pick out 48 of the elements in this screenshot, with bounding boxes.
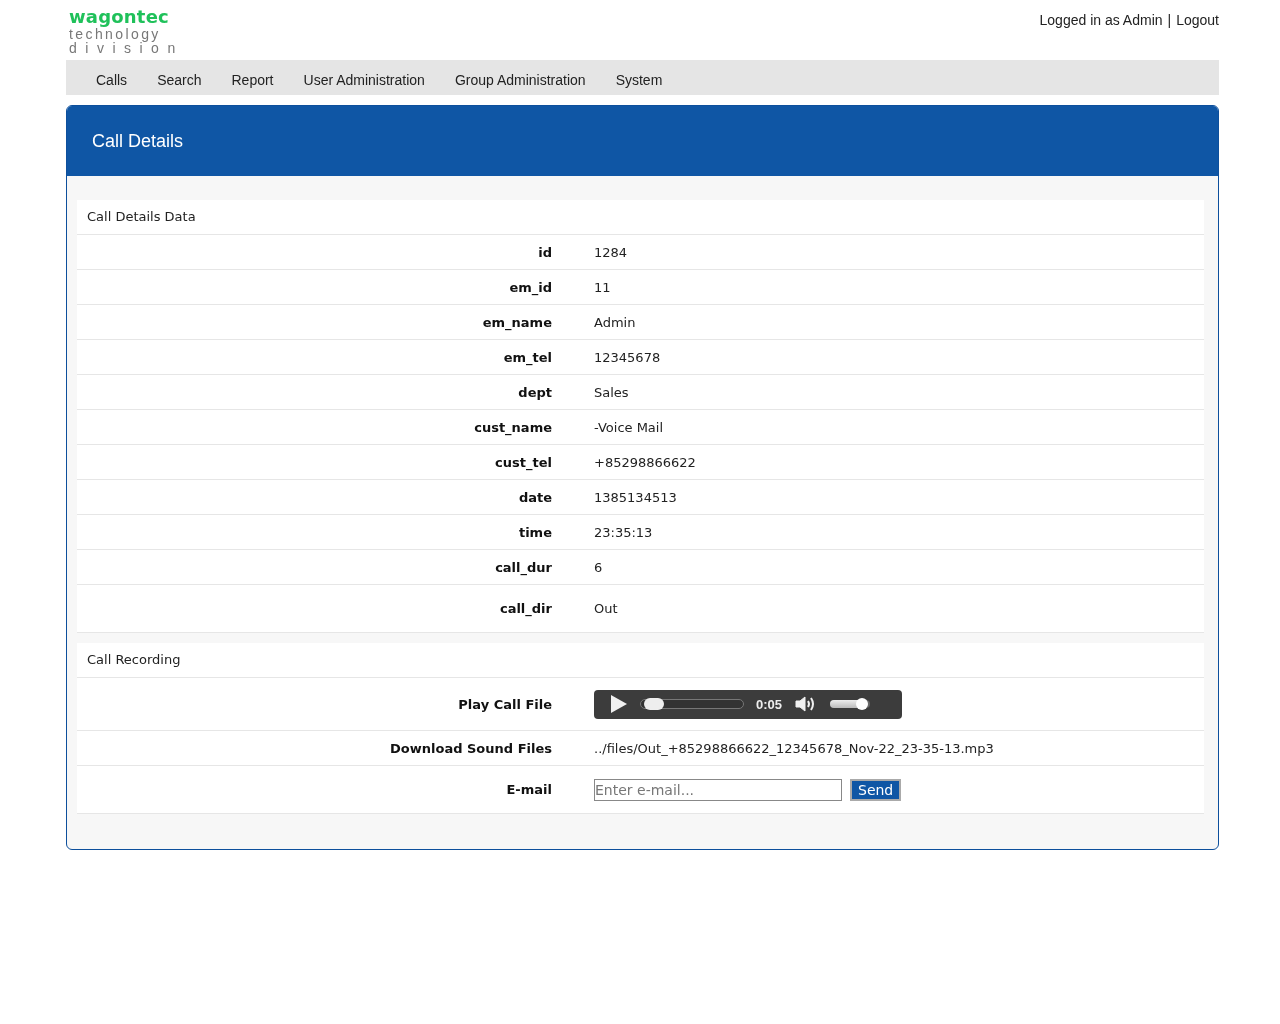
field-label: id [537,244,552,260]
send-button[interactable]: Send [850,778,902,801]
logo-wordmark: wagontec [69,8,170,26]
field-label: em_id [508,279,552,295]
field-value: Sales [593,384,629,400]
section-heading: Call Recording [77,643,1204,678]
field-value: 1385134513 [593,489,677,505]
field-label: em_tel [502,349,552,365]
time-display: 0:05 [756,696,783,712]
nav-item[interactable]: User Administration [303,67,425,88]
field-value: 11 [593,279,611,295]
email-field[interactable]: Enter e-mail... [594,778,842,801]
field-value: 23:35:13 [593,524,653,540]
field-value: Admin [593,314,636,330]
field-value: 1284 [593,244,628,260]
logout-link[interactable]: Logout [1176,12,1219,60]
nav-item[interactable]: Group Administration [454,67,586,88]
field-value: -Voice Mail [593,419,664,435]
logo-tagline: technology [69,27,161,41]
field-label: em_name [481,314,552,330]
nav-item[interactable]: System [615,67,663,88]
field-label: Play Call File [457,696,552,712]
volume-thumb[interactable] [856,698,869,710]
field-value: Out [593,601,618,616]
field-label: cust_name [473,419,552,435]
field-label: call_dir [498,601,552,616]
nav-item[interactable]: Report [231,67,274,88]
progress-slider[interactable] [640,699,744,709]
field-label: dept [517,384,552,400]
progress-thumb[interactable] [644,698,665,710]
panel-title: Call Details [92,130,184,152]
field-label: time [517,524,552,540]
section-heading: Call Details Data [77,200,1204,235]
nav-item[interactable]: Calls [96,67,128,88]
field-label: date [517,489,552,505]
play-icon[interactable] [610,694,628,714]
field-value: 6 [593,559,603,575]
field-label: Download Sound Files [389,740,552,756]
field-label: E-mail [505,782,552,797]
field-label: call_dur [494,559,552,575]
logo-tagline: division [69,41,184,55]
login-status: Logged in as Admin [1039,12,1163,30]
field-label: cust_tel [494,454,552,470]
field-value: 12345678 [593,349,661,365]
separator: | [1167,12,1172,30]
field-value: +85298866622 [593,454,696,470]
nav-item[interactable]: Search [157,67,202,88]
file-path: ../files/Out_+85298866622_12345678_Nov-22_23-35-13.mp3 [594,740,994,756]
